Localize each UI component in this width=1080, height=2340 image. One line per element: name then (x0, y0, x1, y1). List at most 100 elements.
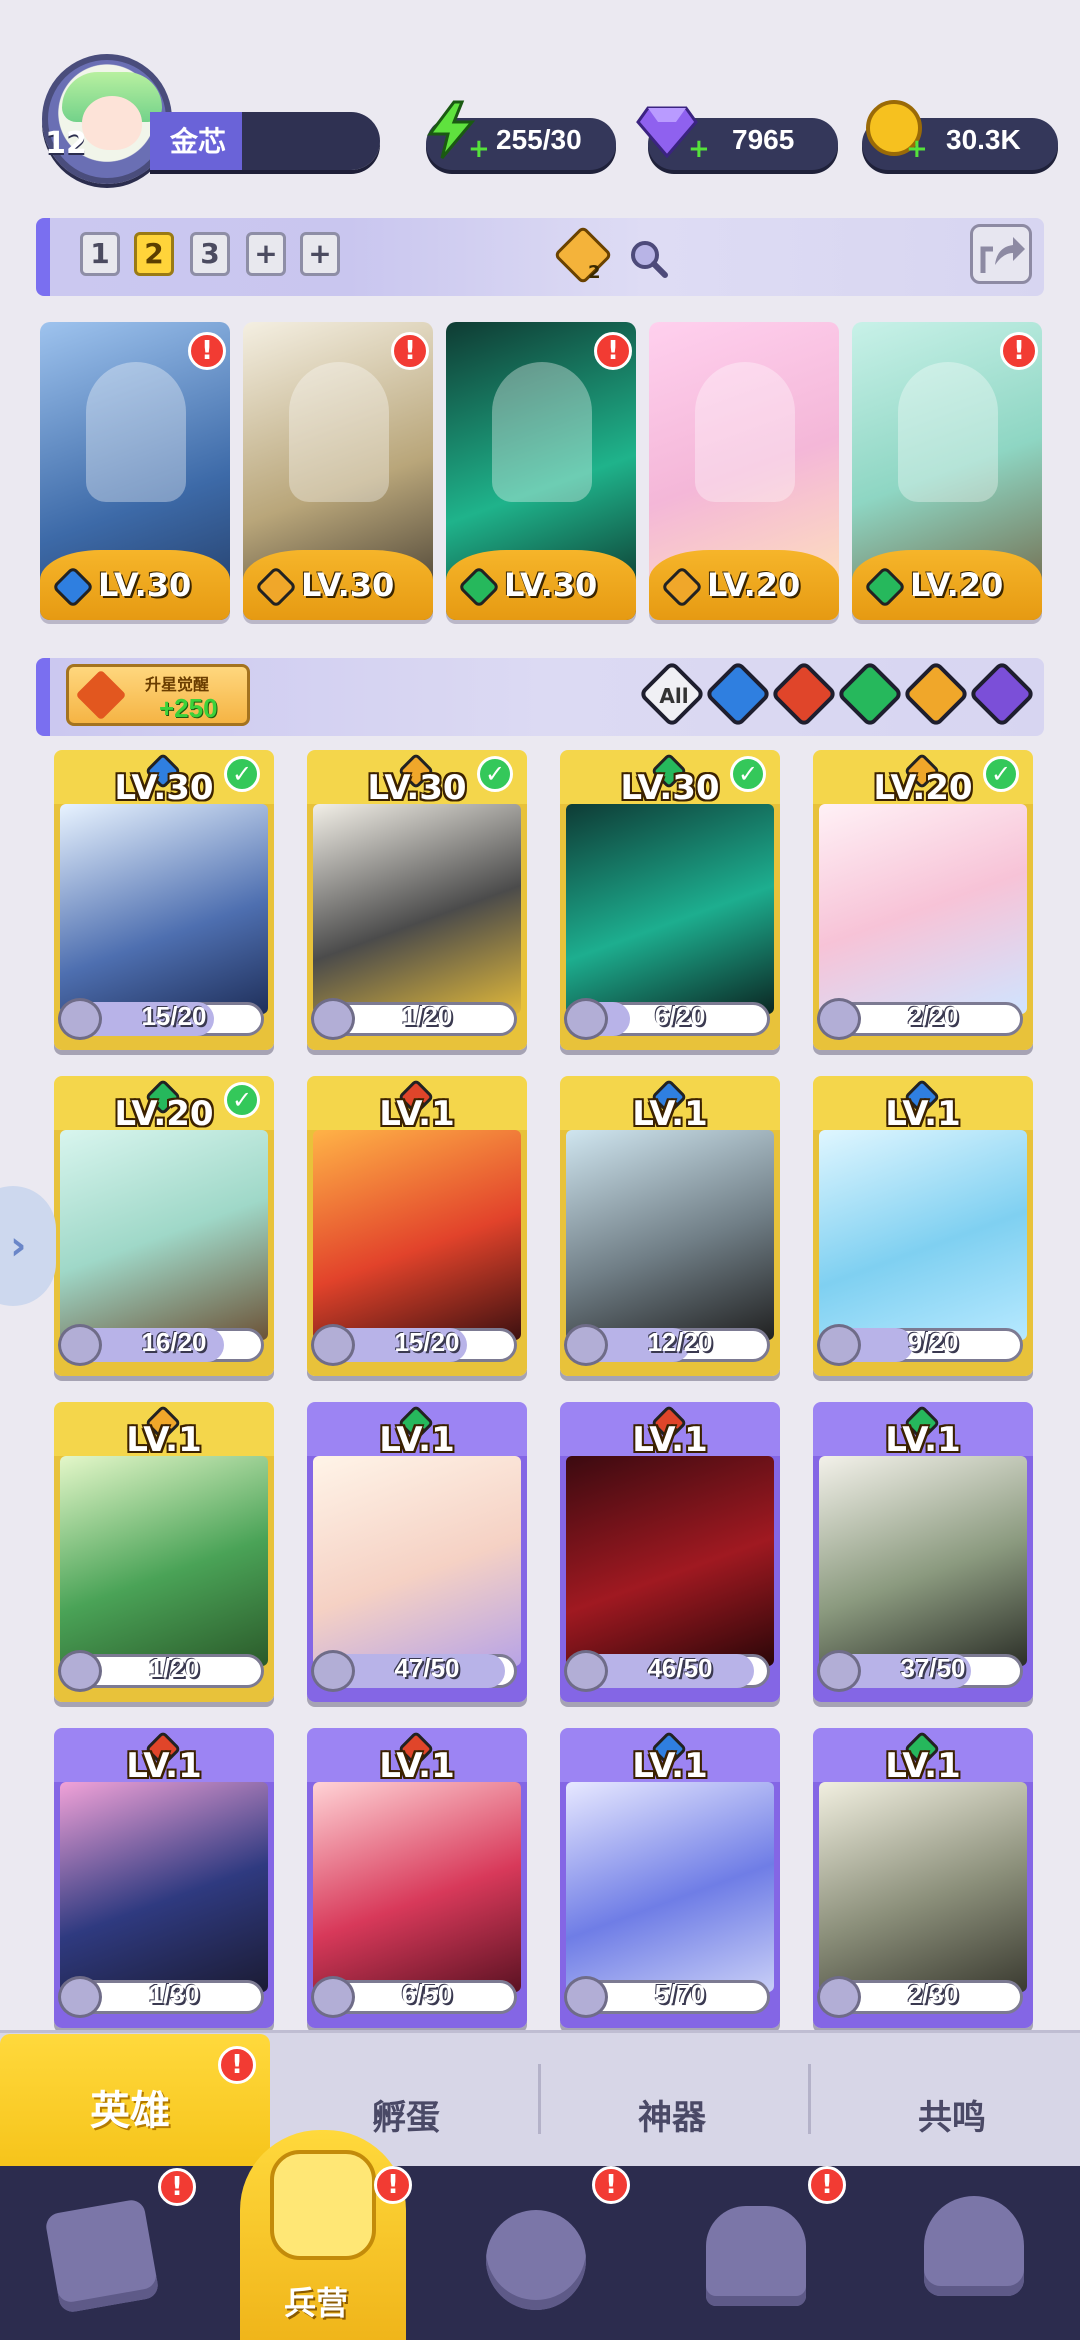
team-hero-alert-icon: ! (391, 332, 429, 370)
hero-level: LV.1 (379, 1094, 455, 1134)
fragment-count: 15/20 (394, 1327, 460, 1357)
hero-portrait (313, 1130, 521, 1340)
cards-alert-icon: ! (158, 2168, 196, 2206)
hero-level: LV.1 (885, 1094, 961, 1134)
hero-card[interactable]: LV.1 2/30 (813, 1728, 1033, 2028)
tab-resonance-label: 共鸣 (918, 2098, 986, 2138)
hero-portrait (60, 804, 268, 1014)
hero-portrait (819, 1456, 1027, 1666)
team-slot-add-2[interactable]: + (300, 232, 340, 276)
tab-artifact-label: 神器 (638, 2098, 706, 2138)
sword-icon (75, 669, 127, 721)
hero-card[interactable]: LV.1 5/70 (560, 1728, 780, 2028)
gold-value: 30.3K (946, 124, 1021, 155)
hero-portrait (313, 804, 521, 1014)
hero-level: LV.30 (620, 768, 720, 808)
hero-card[interactable]: LV.1 37/50 (813, 1402, 1033, 1702)
team-hero-card[interactable]: LV.20 (649, 322, 839, 620)
star-awaken-value: +250 (159, 693, 218, 723)
gold-add-icon[interactable]: + (906, 136, 928, 162)
hero-card[interactable]: ✓ LV.30 6/20 (560, 750, 780, 1050)
castle-icon[interactable] (706, 2206, 806, 2306)
hero-card[interactable]: LV.1 9/20 (813, 1076, 1033, 1376)
fragment-count: 6/50 (401, 1979, 453, 2009)
team-hero-alert-icon: ! (1000, 332, 1038, 370)
barracks-alert-icon: ! (374, 2166, 412, 2204)
hero-portrait (566, 1782, 774, 1992)
hero-card[interactable]: LV.1 47/50 (307, 1402, 527, 1702)
team-hero-level: LV.20 (707, 566, 801, 604)
team-search-icon[interactable] (628, 238, 668, 278)
team-hero-level: LV.30 (301, 566, 395, 604)
fragment-count: 2/30 (907, 1979, 959, 2009)
gems-add-icon[interactable]: + (688, 136, 710, 162)
team-hero-alert-icon: ! (188, 332, 226, 370)
hero-card[interactable]: LV.1 1/20 (54, 1402, 274, 1702)
team-slot-add-1[interactable]: + (246, 232, 286, 276)
fragment-count: 9/20 (907, 1327, 959, 1357)
hero-card[interactable]: ✓ LV.30 1/20 (307, 750, 527, 1050)
tab-hatch-label: 孵蛋 (372, 2098, 440, 2138)
hero-level: LV.1 (632, 1094, 708, 1134)
team-selector-bar (36, 218, 1044, 296)
player-level: 12 (45, 126, 87, 161)
hero-card[interactable]: ✓ LV.20 16/20 (54, 1076, 274, 1376)
hero-card[interactable]: ✓ LV.20 2/20 (813, 750, 1033, 1050)
fragment-count: 46/50 (647, 1653, 713, 1683)
hero-level: LV.20 (873, 768, 973, 808)
gems-value: 7965 (732, 124, 795, 155)
team-hero-level: LV.30 (98, 566, 192, 604)
castle-alert-icon: ! (808, 2166, 846, 2204)
team-slot-3[interactable]: 3 (190, 232, 230, 276)
hero-card[interactable]: LV.1 15/20 (307, 1076, 527, 1376)
hero-portrait (313, 1782, 521, 1992)
team-element-count: 2 (588, 262, 601, 283)
hero-portrait (60, 1456, 268, 1666)
star-awaken-button[interactable]: 升星觉醒 +250 (66, 664, 250, 726)
hero-level: LV.30 (114, 768, 214, 808)
fragment-count: 16/20 (141, 1327, 207, 1357)
fragment-count: 15/20 (141, 1001, 207, 1031)
fragment-count: 1/20 (401, 1001, 453, 1031)
hero-portrait (492, 362, 592, 502)
team-slot-2[interactable]: 2 (134, 232, 174, 276)
fragment-count: 37/50 (900, 1653, 966, 1683)
hero-portrait (898, 362, 998, 502)
hero-level: LV.1 (379, 1420, 455, 1460)
share-icon[interactable] (970, 224, 1032, 284)
fragment-count: 1/30 (148, 1979, 200, 2009)
fragment-count: 6/20 (654, 1001, 706, 1031)
mushroom-icon[interactable] (924, 2196, 1024, 2296)
hero-portrait (313, 1456, 521, 1666)
fragment-count: 12/20 (647, 1327, 713, 1357)
side-panel-arrow[interactable]: › (0, 1186, 56, 1306)
hero-level: LV.1 (126, 1420, 202, 1460)
player-name: 金芯 (170, 125, 227, 158)
hero-level: LV.1 (885, 1746, 961, 1786)
hero-portrait (60, 1782, 268, 1992)
hero-card[interactable]: LV.1 1/30 (54, 1728, 274, 2028)
hero-card[interactable]: LV.1 46/50 (560, 1402, 780, 1702)
hero-portrait (60, 1130, 268, 1340)
hero-level: LV.1 (885, 1420, 961, 1460)
hero-card[interactable]: ✓ LV.30 15/20 (54, 750, 274, 1050)
hero-portrait (86, 362, 186, 502)
energy-add-icon[interactable]: + (468, 136, 490, 162)
fragment-count: 2/20 (907, 1001, 959, 1031)
hero-portrait (566, 804, 774, 1014)
hero-card[interactable]: LV.1 12/20 (560, 1076, 780, 1376)
team-hero-level: LV.30 (504, 566, 598, 604)
map-icon[interactable] (486, 2210, 586, 2310)
nav-barracks-label: 兵营 (284, 2284, 349, 2322)
cards-icon[interactable] (44, 2198, 160, 2314)
hero-level: LV.30 (367, 768, 467, 808)
hero-card[interactable]: LV.1 6/50 (307, 1728, 527, 2028)
tab-heroes-alert-icon: ! (218, 2046, 256, 2084)
hero-level: LV.1 (632, 1746, 708, 1786)
team-slot-1[interactable]: 1 (80, 232, 120, 276)
fragment-count: 47/50 (394, 1653, 460, 1683)
hero-level: LV.1 (379, 1746, 455, 1786)
tab-heroes-label: 英雄 (90, 2088, 170, 2134)
hero-portrait (566, 1456, 774, 1666)
team-hero-level: LV.20 (910, 566, 1004, 604)
